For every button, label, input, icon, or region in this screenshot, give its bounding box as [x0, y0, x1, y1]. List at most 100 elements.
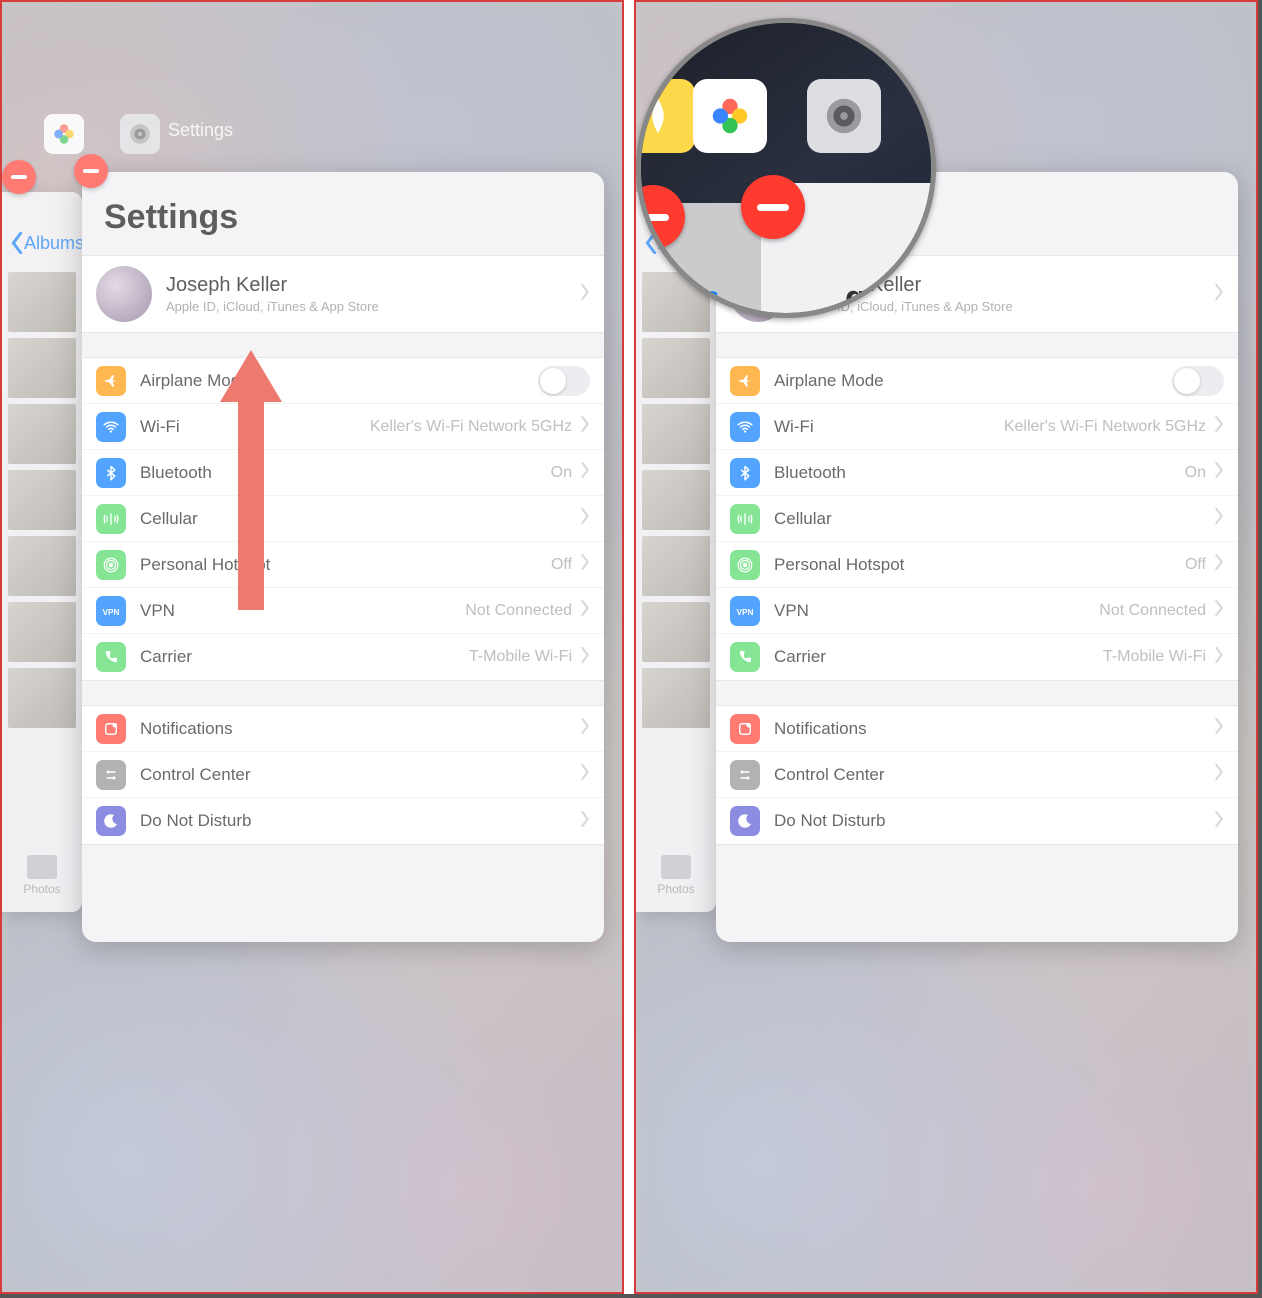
- row-label: Wi-Fi: [774, 417, 1004, 437]
- photos-card-background[interactable]: Albums Photos: [2, 192, 82, 912]
- row-label: Personal Hotspot: [774, 555, 1185, 575]
- row-value: Off: [1185, 556, 1206, 574]
- chevron-right-icon: [580, 554, 590, 575]
- row-label: Personal Hotspot: [140, 555, 551, 575]
- row-label: Cellular: [140, 509, 580, 529]
- row-label: Do Not Disturb: [140, 811, 580, 831]
- photos-tab[interactable]: Photos: [2, 855, 82, 896]
- chevron-right-icon: [1214, 647, 1224, 668]
- wifi-icon: [730, 412, 760, 442]
- settings-row-do-not-disturb[interactable]: Do Not Disturb: [82, 798, 604, 844]
- carrier-icon: [96, 642, 126, 672]
- settings-row-notifications[interactable]: Notifications: [716, 706, 1238, 752]
- photos-back-albums[interactable]: Albums: [10, 232, 82, 254]
- photos-tab-icon: [661, 855, 691, 879]
- settings-row-personal-hotspot[interactable]: Personal HotspotOff: [82, 542, 604, 588]
- close-app-badge-photos[interactable]: [2, 160, 36, 194]
- vpn-icon: VPN: [730, 596, 760, 626]
- chevron-right-icon: [1214, 764, 1224, 785]
- chevron-right-icon: [580, 600, 590, 621]
- system-group: Notifications Control Center Do Not Distur…: [82, 705, 604, 845]
- photos-tab-icon: [27, 855, 57, 879]
- chevron-right-icon: [580, 508, 590, 529]
- chevron-right-icon: [1214, 462, 1224, 483]
- row-label: Control Center: [774, 765, 1214, 785]
- dnd-icon: [730, 806, 760, 836]
- row-label: Carrier: [774, 647, 1103, 667]
- settings-row-vpn[interactable]: VPNVPNNot Connected: [716, 588, 1238, 634]
- profile-name: Joseph Keller: [166, 274, 580, 297]
- settings-row-wi-fi[interactable]: Wi-FiKeller's Wi-Fi Network 5GHz: [716, 404, 1238, 450]
- app-switcher-label: Settings: [168, 120, 233, 141]
- svg-text:VPN: VPN: [103, 607, 120, 616]
- settings-row-cellular[interactable]: Cellular: [716, 496, 1238, 542]
- settings-row-notifications[interactable]: Notifications: [82, 706, 604, 752]
- airplane-icon: [730, 366, 760, 396]
- system-group: Notifications Control Center Do Not Distur…: [716, 705, 1238, 845]
- settings-row-bluetooth[interactable]: BluetoothOn: [82, 450, 604, 496]
- settings-row-do-not-disturb[interactable]: Do Not Disturb: [716, 798, 1238, 844]
- chevron-right-icon: [580, 811, 590, 832]
- chevron-right-icon: [1214, 554, 1224, 575]
- tutorial-step-right: Albums Photos Settings Joseph Keller App…: [634, 0, 1258, 1294]
- photos-tab-label: Photos: [657, 882, 694, 896]
- carrier-icon: [730, 642, 760, 672]
- settings-row-airplane-mode[interactable]: Airplane Mode: [716, 358, 1238, 404]
- albums-text-fragment: bums: [655, 281, 719, 312]
- chevron-right-icon: [580, 416, 590, 437]
- row-label: Notifications: [140, 719, 580, 739]
- row-label: VPN: [774, 601, 1099, 621]
- chevron-right-icon: [580, 462, 590, 483]
- settings-row-bluetooth[interactable]: BluetoothOn: [716, 450, 1238, 496]
- settings-text-fragment: gs: [845, 279, 885, 318]
- airplane-mode-toggle[interactable]: [1172, 366, 1224, 396]
- close-app-badge-settings[interactable]: [74, 154, 108, 188]
- airplane-icon: [96, 366, 126, 396]
- row-label: Airplane Mode: [774, 371, 1172, 391]
- row-label: Bluetooth: [774, 463, 1185, 483]
- settings-row-control-center[interactable]: Control Center: [82, 752, 604, 798]
- settings-row-vpn[interactable]: VPNVPNNot Connected: [82, 588, 604, 634]
- airplane-mode-toggle[interactable]: [538, 366, 590, 396]
- settings-row-carrier[interactable]: CarrierT-Mobile Wi-Fi: [716, 634, 1238, 680]
- albums-label: Albums: [24, 233, 82, 254]
- row-value: Off: [551, 556, 572, 574]
- chevron-right-icon: [1214, 811, 1224, 832]
- bluetooth-icon: [96, 458, 126, 488]
- hotspot-icon: [730, 550, 760, 580]
- settings-card[interactable]: Settings Joseph Keller Apple ID, iCloud,…: [82, 172, 604, 942]
- photos-tab[interactable]: Photos: [636, 855, 716, 896]
- settings-page-title: Settings: [82, 172, 604, 255]
- row-label: Wi-Fi: [140, 417, 370, 437]
- row-label: Cellular: [774, 509, 1214, 529]
- close-app-badge-settings-zoom[interactable]: [741, 175, 805, 239]
- bluetooth-icon: [730, 458, 760, 488]
- row-value: Not Connected: [1099, 602, 1206, 620]
- settings-row-control-center[interactable]: Control Center: [716, 752, 1238, 798]
- chevron-right-icon: [1214, 508, 1224, 529]
- profile-subtitle: Apple ID, iCloud, iTunes & App Store: [166, 299, 580, 314]
- control-icon: [730, 760, 760, 790]
- chevron-right-icon: [580, 718, 590, 739]
- magnifier-callout: bums gs: [636, 18, 936, 318]
- notifications-icon: [96, 714, 126, 744]
- chevron-right-icon: [580, 647, 590, 668]
- row-value: On: [551, 464, 572, 482]
- row-label: Airplane Mode: [140, 371, 538, 391]
- row-value: Keller's Wi-Fi Network 5GHz: [1004, 418, 1206, 436]
- row-value: Not Connected: [465, 602, 572, 620]
- wifi-icon: [96, 412, 126, 442]
- row-label: Notifications: [774, 719, 1214, 739]
- settings-row-personal-hotspot[interactable]: Personal HotspotOff: [716, 542, 1238, 588]
- settings-row-carrier[interactable]: CarrierT-Mobile Wi-Fi: [82, 634, 604, 680]
- settings-row-airplane-mode[interactable]: Airplane Mode: [82, 358, 604, 404]
- row-value: On: [1185, 464, 1206, 482]
- settings-row-wi-fi[interactable]: Wi-FiKeller's Wi-Fi Network 5GHz: [82, 404, 604, 450]
- photos-thumbnails: [8, 272, 76, 822]
- chevron-right-icon: [1214, 284, 1224, 305]
- svg-text:VPN: VPN: [737, 607, 754, 616]
- control-icon: [96, 760, 126, 790]
- settings-row-cellular[interactable]: Cellular: [82, 496, 604, 542]
- apple-id-row[interactable]: Joseph Keller Apple ID, iCloud, iTunes &…: [82, 256, 604, 332]
- chevron-right-icon: [1214, 416, 1224, 437]
